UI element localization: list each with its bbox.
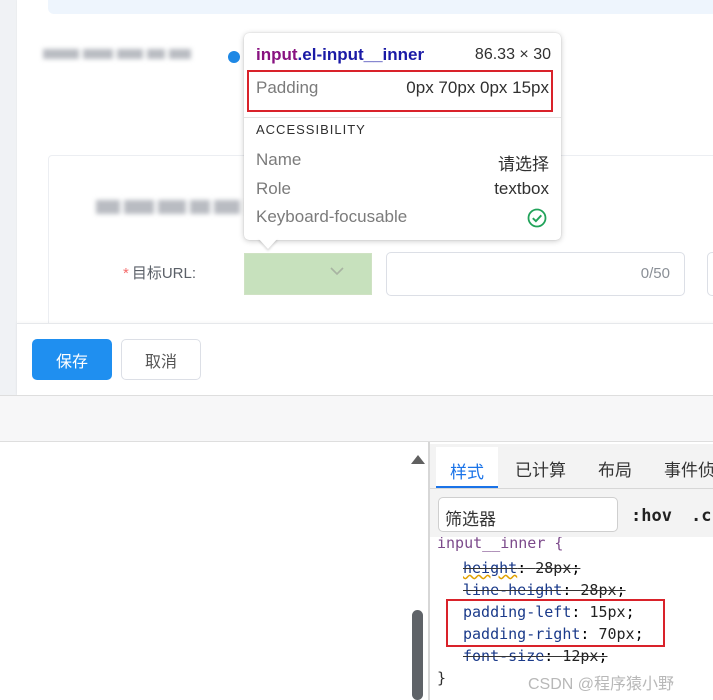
- target-url-label-text: 目标URL:: [131, 265, 197, 282]
- role-value: textbox: [494, 179, 549, 198]
- styles-filter-input[interactable]: 筛选器: [438, 497, 618, 532]
- css-declaration[interactable]: font-size: 12px;: [463, 647, 608, 665]
- scrollbar-thumb[interactable]: [412, 610, 423, 700]
- css-selector[interactable]: input__inner {: [437, 537, 563, 552]
- padding-value: 0px 70px 0px 15px: [406, 78, 549, 97]
- cancel-button[interactable]: 取消: [121, 339, 201, 380]
- required-star: *: [123, 265, 129, 282]
- check-circle-icon: [527, 208, 547, 228]
- css-declaration[interactable]: height: 28px;: [463, 559, 580, 577]
- tooltip-header: input.el-input__inner 86.33 × 30: [256, 45, 551, 67]
- accessibility-role-row: Role textbox: [256, 179, 549, 203]
- scroll-up-arrow-icon[interactable]: [411, 455, 425, 464]
- tab-layout[interactable]: 布局: [598, 456, 632, 481]
- target-url-label: * 目标URL:: [123, 262, 196, 283]
- accessibility-name-row: Name 请选择: [256, 150, 549, 174]
- tab-computed[interactable]: 已计算: [515, 456, 566, 481]
- element-size: 86.33 × 30: [474, 46, 551, 63]
- blurred-section-title: [96, 199, 244, 218]
- tooltip-arrow: [258, 238, 278, 249]
- page-area: * 目标URL: 0/50 保存 取消 input.el-input__inner…: [0, 0, 713, 395]
- tab-styles[interactable]: 样式: [436, 447, 498, 488]
- save-button[interactable]: 保存: [32, 339, 112, 380]
- protocol-select[interactable]: [244, 253, 372, 295]
- css-close-brace: }: [437, 669, 447, 687]
- devtools-resize-bar[interactable]: [0, 395, 713, 442]
- name-value: 请选择: [498, 155, 549, 174]
- chevron-down-icon[interactable]: [329, 264, 345, 278]
- css-value: 12px: [562, 647, 599, 665]
- padding-row: Padding 0px 70px 0px 15px: [256, 78, 549, 102]
- tooltip-divider: [244, 117, 561, 118]
- devtools-tabs: 样式 已计算 布局 事件侦: [430, 444, 713, 489]
- top-banner: [48, 0, 713, 14]
- keyboard-focusable-label: Keyboard-focusable: [256, 207, 408, 226]
- char-counter: 0/50: [640, 265, 670, 282]
- tab-event-listeners[interactable]: 事件侦: [664, 456, 713, 481]
- watermark: CSDN @程序猿小野: [528, 676, 675, 693]
- keyboard-focusable-row: Keyboard-focusable: [256, 207, 549, 231]
- padding-rules-highlight-box: [446, 599, 665, 647]
- inspect-tooltip: input.el-input__inner 86.33 × 30 Padding…: [244, 33, 561, 249]
- extra-input[interactable]: [707, 252, 713, 296]
- css-property: font-size: [463, 647, 545, 665]
- cls-toggle-button[interactable]: .c: [691, 506, 711, 526]
- css-declaration[interactable]: line-height: 28px;: [463, 581, 626, 599]
- target-url-input[interactable]: 0/50: [386, 252, 685, 296]
- name-label: Name: [256, 150, 302, 169]
- blurred-label: [43, 44, 195, 63]
- css-property: line-height: [463, 581, 563, 599]
- css-value: 28px: [580, 581, 617, 599]
- css-value: 28px: [535, 559, 572, 577]
- padding-label: Padding: [256, 78, 319, 97]
- element-tag: input: [256, 45, 298, 64]
- role-label: Role: [256, 179, 291, 198]
- accessibility-heading: ACCESSIBILITY: [256, 122, 366, 137]
- hov-toggle-button[interactable]: :hov: [631, 506, 672, 526]
- element-class: .el-input__inner: [297, 45, 425, 64]
- radio-dot-icon[interactable]: [228, 51, 240, 63]
- css-property: height: [463, 559, 518, 577]
